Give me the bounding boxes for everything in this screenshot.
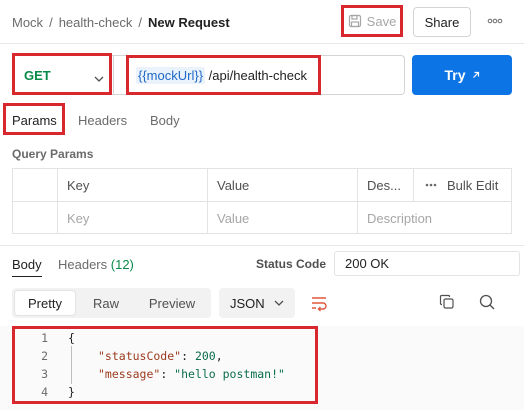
chevron-down-icon <box>94 71 104 86</box>
method-label: GET <box>24 67 51 83</box>
format-label: JSON <box>230 295 265 311</box>
json-value: 200 <box>194 349 216 363</box>
json-value: "hello postman!" <box>174 367 285 381</box>
query-params-title: Query Params <box>12 147 94 161</box>
column-description: Des... <box>357 169 413 201</box>
description-input[interactable]: Description <box>357 202 511 234</box>
arrow-up-right-icon <box>472 71 480 79</box>
json-end: , <box>215 349 223 363</box>
code-line: { <box>68 331 75 345</box>
method-select[interactable]: GET <box>12 55 114 95</box>
headers-label: Headers <box>58 257 108 272</box>
breadcrumb-collection[interactable]: Mock <box>12 15 43 30</box>
try-label: Try <box>444 67 466 83</box>
response-tab-body-underline <box>12 276 42 277</box>
chevron-down-icon <box>274 299 284 307</box>
status-code-label: Status Code <box>256 257 327 271</box>
bulk-edit-label: Bulk Edit <box>447 177 499 193</box>
search-icon[interactable] <box>478 293 496 311</box>
line-number: 3 <box>41 367 48 381</box>
json-key: "message" <box>98 367 161 381</box>
try-button[interactable]: Try <box>412 55 512 95</box>
table-row: Key Value Description <box>13 202 511 234</box>
line-number: 1 <box>41 331 48 345</box>
response-divider <box>0 245 524 246</box>
url-input[interactable]: {{mockUrl}} /api/health-check <box>114 55 405 95</box>
checkbox-cell <box>13 202 57 234</box>
view-mode-pretty[interactable]: Pretty <box>14 290 76 316</box>
json-key: "statusCode" <box>98 349 182 363</box>
json-separator: : <box>181 349 195 363</box>
breadcrumb-separator: / <box>138 14 143 30</box>
save-button[interactable]: Save <box>344 7 400 35</box>
response-tab-body[interactable]: Body <box>12 257 42 272</box>
code-line: } <box>68 385 75 399</box>
checkbox-column <box>13 169 57 201</box>
indent-guide <box>71 346 72 384</box>
request-name[interactable]: New Request <box>148 15 230 30</box>
value-input[interactable]: Value <box>207 202 357 234</box>
key-input[interactable]: Key <box>57 202 207 234</box>
wrap-lines-icon[interactable] <box>309 293 329 313</box>
header-divider <box>0 43 524 44</box>
line-number: 2 <box>41 349 48 363</box>
share-label: Share <box>424 14 460 30</box>
column-value: Value <box>207 169 357 201</box>
copy-icon[interactable] <box>438 293 456 311</box>
line-number: 4 <box>41 385 48 399</box>
code-line: "message": "hello postman!" <box>98 367 285 381</box>
view-mode-preview[interactable]: Preview <box>136 288 208 318</box>
headers-count: (12) <box>110 257 134 272</box>
save-icon <box>348 14 362 28</box>
breadcrumb: Mock / health-check / New Request <box>12 13 230 31</box>
save-label: Save <box>366 13 397 29</box>
status-code-field[interactable]: 200 OK <box>334 251 520 276</box>
tab-body[interactable]: Body <box>150 113 180 128</box>
tab-params[interactable]: Params <box>12 113 57 128</box>
breadcrumb-separator: / <box>49 14 53 30</box>
query-params-table: Key Value Des... Bulk Edit Key Value Des… <box>12 168 512 234</box>
more-horizontal-icon[interactable] <box>486 14 504 28</box>
json-separator: : <box>160 367 175 381</box>
breadcrumb-folder[interactable]: health-check <box>59 15 133 30</box>
format-select[interactable]: JSON <box>219 288 295 318</box>
table-header-row: Key Value Des... Bulk Edit <box>13 169 511 202</box>
view-mode-selector: Pretty Raw Preview <box>12 288 211 318</box>
bulk-edit-button[interactable]: Bulk Edit <box>413 169 511 201</box>
more-horizontal-icon <box>425 182 437 188</box>
response-body-editor[interactable]: 1 2 3 4 { "statusCode": 200, "message": … <box>0 326 524 410</box>
tab-headers[interactable]: Headers <box>78 113 127 128</box>
url-path: /api/health-check <box>205 67 307 83</box>
column-key: Key <box>57 169 207 201</box>
code-line: "statusCode": 200, <box>98 349 223 363</box>
status-code-value: 200 OK <box>345 256 390 271</box>
share-button[interactable]: Share <box>413 7 471 37</box>
view-mode-raw[interactable]: Raw <box>78 288 134 318</box>
response-tab-headers[interactable]: Headers (12) <box>58 257 134 272</box>
url-variable[interactable]: {{mockUrl}} <box>136 66 206 84</box>
